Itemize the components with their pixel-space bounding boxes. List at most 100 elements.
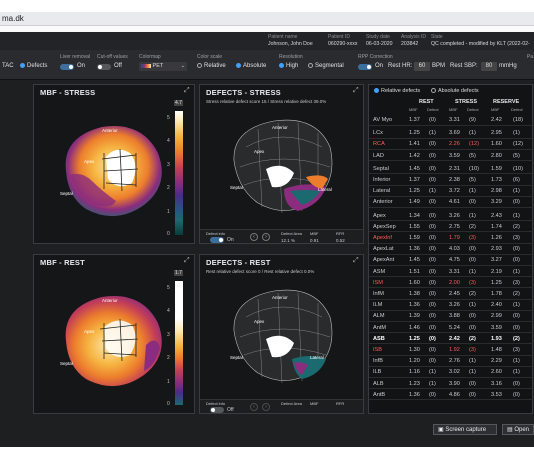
table-row[interactable]: LCx 1.25 (1) 3.69 (1) 2.95 (1) <box>369 128 534 139</box>
table-row[interactable]: Apex 1.34 (0) 3.26 (1) 2.43 (1) <box>369 211 534 222</box>
table-cell-rd: (0) <box>429 358 436 365</box>
res-high-option[interactable]: High <box>279 63 298 69</box>
table-cell-s: 3.90 <box>449 380 460 387</box>
rfr-value: 0.52 <box>336 238 345 243</box>
table-cell-sd: (2) <box>469 291 476 297</box>
table-row[interactable]: ApexSep 1.55 (0) 2.75 (2) 1.74 (2) <box>369 222 534 233</box>
expand-icon[interactable]: ⤢ <box>353 87 359 95</box>
defect-info-toggle[interactable] <box>210 237 224 243</box>
colormap-swatch-icon <box>141 63 151 68</box>
panel-title: MBF - REST <box>40 258 85 267</box>
table-row[interactable]: AntM 1.46 (0) 5.24 (0) 3.59 (0) <box>369 323 534 334</box>
table-row[interactable]: ApexInf 1.59 (0) 1.79 (3) 1.26 (3) <box>369 233 534 244</box>
absolute-defects-option[interactable]: Absolute defects <box>431 88 479 94</box>
radio-on-icon <box>279 63 284 68</box>
expand-icon[interactable]: ⤢ <box>184 87 190 95</box>
prev-defect-button[interactable]: ‹ <box>250 403 258 411</box>
table-cell-vd: (1) <box>513 130 520 137</box>
url-text: ma.dk <box>2 14 24 23</box>
scale-relative-option[interactable]: Relative <box>197 63 226 69</box>
table-row[interactable]: ISB 1.30 (0) 1.92 (3) 1.48 (3) <box>369 345 534 356</box>
table-cell-rd: (0) <box>429 335 436 342</box>
rpp-toggle[interactable] <box>358 64 372 70</box>
table-cell-v: 1.25 <box>491 279 502 286</box>
scale-absolute-option[interactable]: Absolute <box>236 63 266 69</box>
table-cell-sd: (0) <box>469 246 476 253</box>
rest-hr-input[interactable]: 60 <box>414 62 430 71</box>
mbf-rest-polar-map[interactable]: Anterior Apex Septal <box>46 275 176 405</box>
defect-score-text: Rest relative defect score 0 / Rest rela… <box>206 269 315 274</box>
defect-info-toggle[interactable] <box>210 407 224 413</box>
colormap-select[interactable]: PET ⌄ <box>139 62 187 71</box>
table-row[interactable]: AV Myo 1.37 (0) 3.31 (9) 2.42 (18) <box>369 115 534 126</box>
table-cell-sd: (2) <box>469 223 476 230</box>
table-row[interactable]: ISM 1.60 (0) 2.00 (3) 1.25 (3) <box>369 278 534 289</box>
radio-off-icon <box>197 63 202 68</box>
table-cell-vd: (0) <box>513 324 520 331</box>
table-cell-r: 1.42 <box>409 152 420 159</box>
table-cell-vd: (0) <box>513 199 520 206</box>
main-window: Patient name Johnson, John Doe Patient I… <box>0 32 534 447</box>
table-row[interactable]: RCA 1.41 (0) 2.26 (12) 1.60 (12) <box>369 139 534 150</box>
view-defects-option[interactable]: Defects <box>20 63 47 69</box>
table-row[interactable]: ALB 1.23 (1) 3.90 (0) 3.16 (0) <box>369 379 534 390</box>
rest-hr-unit: BPM <box>432 63 446 69</box>
defects-stress-polar-map[interactable]: Anterior Apex Septal Lateral <box>222 107 342 222</box>
table-cell-sd: (1) <box>469 212 476 219</box>
table-cell-s: 5.24 <box>449 324 460 331</box>
table-row[interactable]: ApexAnt 1.45 (0) 4.75 (0) 3.27 (0) <box>369 255 534 266</box>
table-row[interactable]: Anterior 1.49 (0) 4.61 (0) 3.29 (0) <box>369 197 534 208</box>
camera-icon: ▣ <box>438 427 444 433</box>
relative-defects-option[interactable]: Relative defects <box>374 88 420 94</box>
open-button[interactable]: ▤ Open <box>502 424 534 435</box>
table-row[interactable]: InfM 1.38 (0) 2.45 (2) 1.78 (2) <box>369 289 534 300</box>
res-segmental-option[interactable]: Segmental <box>308 63 344 69</box>
browser-url-bar[interactable]: ma.dk <box>0 12 534 26</box>
table-cell-s: 3.26 <box>449 302 460 309</box>
liver-removal-toggle[interactable] <box>60 64 74 70</box>
defects-rest-polar-map[interactable]: Anterior Apex Septal Lateral <box>222 277 342 392</box>
table-row[interactable]: ALM 1.39 (0) 3.88 (0) 2.99 (0) <box>369 311 534 322</box>
colorbar-tick: 2 <box>167 355 170 361</box>
table-row[interactable]: Inferior 1.37 (0) 2.38 (5) 1.73 (6) <box>369 175 534 186</box>
table-row[interactable]: Septal 1.45 (0) 2.31 (10) 1.59 (10) <box>369 164 534 175</box>
table-cell-r: 1.25 <box>409 130 420 137</box>
view-tac-option[interactable]: TAC <box>2 63 14 69</box>
colorbar-max[interactable]: 1.7 <box>174 270 183 276</box>
colorbar-tick: 0 <box>167 231 170 237</box>
table-cell-v: 2.98 <box>491 188 502 195</box>
table-row[interactable]: InfB 1.20 (0) 2.76 (1) 2.29 (1) <box>369 356 534 367</box>
table-row[interactable]: ASB 1.25 (0) 2.42 (2) 1.93 (2) <box>369 334 534 345</box>
table-row[interactable]: LAD 1.42 (0) 3.59 (5) 2.80 (5) <box>369 151 534 162</box>
table-row[interactable]: AntB 1.36 (0) 4.86 (0) 3.53 (0) <box>369 390 534 401</box>
colorbar-max[interactable]: 4.7 <box>174 100 183 106</box>
next-defect-button[interactable]: › <box>262 403 270 411</box>
cutoff-toggle[interactable] <box>97 64 111 70</box>
table-row[interactable]: ASM 1.51 (0) 3.31 (1) 2.19 (1) <box>369 267 534 278</box>
liver-removal-label: Liver removal <box>60 54 91 60</box>
rpp-label: RPP Correction <box>358 54 393 60</box>
expand-icon[interactable]: ⤢ <box>353 257 359 265</box>
next-defect-button[interactable]: › <box>262 233 270 241</box>
table-cell-sd: (0) <box>469 313 476 320</box>
colorbar-tick: 1 <box>167 209 170 215</box>
mbf-label: MBF <box>310 401 319 406</box>
table-cell-r: 1.39 <box>409 313 420 320</box>
prev-defect-button[interactable]: ‹ <box>250 233 258 241</box>
panel-title: DEFECTS - STRESS <box>206 88 281 97</box>
table-row[interactable]: ApexLat 1.36 (0) 4.03 (0) 2.93 (0) <box>369 244 534 255</box>
table-row[interactable]: Lateral 1.25 (1) 3.72 (1) 2.98 (1) <box>369 186 534 197</box>
defect-area-value: 12.1 % <box>281 238 296 243</box>
mbf-stress-polar-map[interactable]: Anterior Apex Septal <box>46 105 176 235</box>
table-cell-v: 2.99 <box>491 313 502 320</box>
resolution-label: Resolution <box>279 54 303 60</box>
table-cell-name: ASB <box>373 335 385 342</box>
table-cell-rd: (0) <box>429 165 436 172</box>
table-row[interactable]: ILB 1.16 (1) 3.02 (1) 2.60 (1) <box>369 367 534 378</box>
screen-capture-button[interactable]: ▣ Screen capture <box>433 424 497 435</box>
expand-icon[interactable]: ⤢ <box>184 257 190 265</box>
cutoff-label: Cut-off values <box>97 54 128 60</box>
rest-sbp-input[interactable]: 80 <box>481 62 497 71</box>
colorbar-tick: 1 <box>167 379 170 385</box>
table-row[interactable]: ILM 1.36 (0) 3.26 (1) 2.40 (1) <box>369 300 534 311</box>
